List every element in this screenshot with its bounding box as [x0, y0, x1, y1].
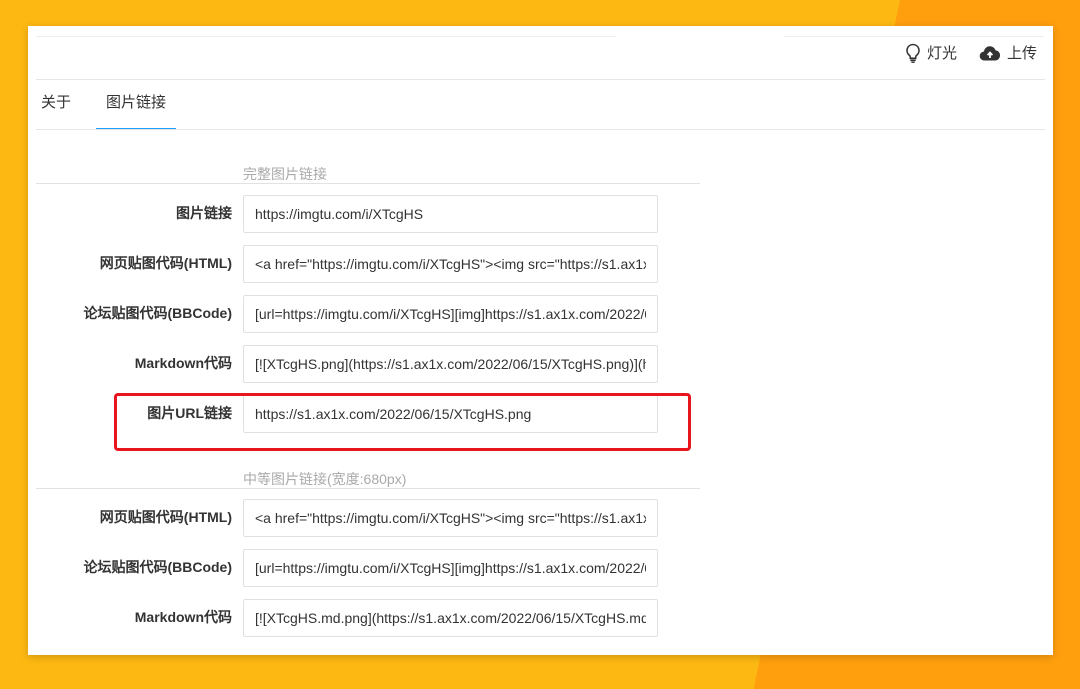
- section-title-medium: 中等图片链接(宽度:680px): [243, 471, 407, 487]
- top-divider: [36, 36, 616, 37]
- tab-about[interactable]: 关于: [36, 80, 76, 130]
- html-code-medium-field[interactable]: [243, 499, 658, 537]
- light-label: 灯光: [926, 45, 957, 62]
- top-divider-right: [784, 36, 1044, 37]
- bbcode-medium-field[interactable]: [243, 549, 658, 587]
- tab-bar: 关于 图片链接: [36, 80, 206, 130]
- main-panel: 灯光 上传 关于 图片链接 完整图片链接 图片链接 网页贴图代码(HTML) 论…: [28, 26, 1053, 655]
- field-label: 论坛贴图代码(BBCode): [83, 559, 232, 575]
- image-link-field[interactable]: [243, 195, 658, 233]
- row-markdown-medium: Markdown代码: [36, 599, 676, 637]
- tabs-divider: [36, 129, 1045, 130]
- row-markdown: Markdown代码: [36, 345, 676, 383]
- section-title-full: 完整图片链接: [243, 166, 327, 182]
- row-bbcode-medium: 论坛贴图代码(BBCode): [36, 549, 676, 587]
- row-html-code-medium: 网页贴图代码(HTML): [36, 499, 676, 537]
- section-divider-medium: [36, 488, 700, 489]
- cloud-upload-icon: [979, 45, 1001, 61]
- row-image-link: 图片链接: [36, 195, 676, 233]
- field-label: 图片链接: [176, 205, 232, 221]
- field-label: Markdown代码: [134, 355, 232, 371]
- lightbulb-icon: [905, 43, 921, 63]
- row-bbcode: 论坛贴图代码(BBCode): [36, 295, 676, 333]
- field-label: 论坛贴图代码(BBCode): [83, 305, 232, 321]
- upload-button[interactable]: 上传: [979, 42, 1037, 63]
- markdown-field[interactable]: [243, 345, 658, 383]
- markdown-medium-field[interactable]: [243, 599, 658, 637]
- field-label: 网页贴图代码(HTML): [99, 509, 232, 525]
- tab-image-links[interactable]: 图片链接: [96, 80, 177, 130]
- html-code-field[interactable]: [243, 245, 658, 283]
- field-label: Markdown代码: [134, 609, 232, 625]
- section-divider-full: [36, 183, 700, 184]
- bbcode-field[interactable]: [243, 295, 658, 333]
- field-label: 网页贴图代码(HTML): [99, 255, 232, 271]
- upload-label: 上传: [1006, 45, 1037, 62]
- light-button[interactable]: 灯光: [905, 42, 957, 63]
- toolbar: 灯光 上传: [905, 42, 1037, 63]
- row-html-code: 网页贴图代码(HTML): [36, 245, 676, 283]
- highlight-annotation: [114, 393, 691, 451]
